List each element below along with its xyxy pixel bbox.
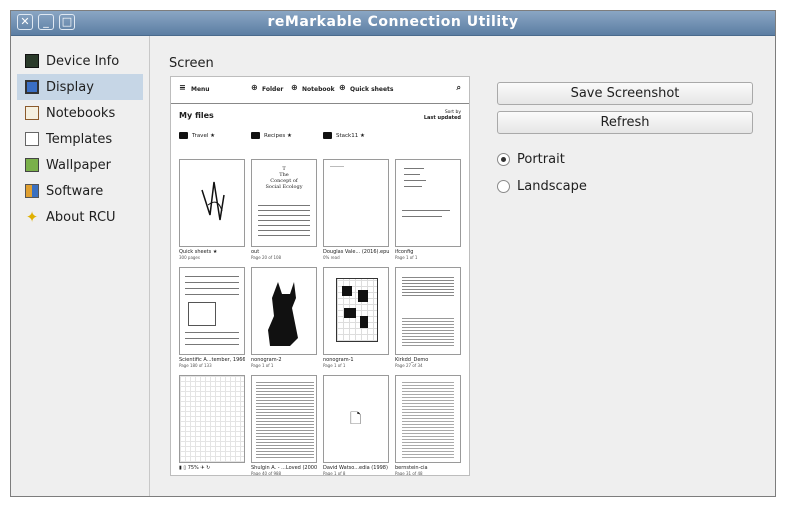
plus-circle-icon: ⊕ (251, 83, 258, 92)
plus-circle-icon: ⊕ (291, 83, 298, 92)
document-thumbnail: Shulgin A. - ...Loved (2000) Page 40 of … (251, 375, 317, 476)
landscape-label: Landscape (517, 179, 587, 194)
document-thumbnail: T The Concept of Social Ecology out Page 20… (251, 159, 317, 260)
page-preview (323, 159, 389, 247)
folder-icon (179, 132, 188, 139)
document-subtitle: Page 20 of 108 (251, 255, 282, 260)
window-title: reMarkable Connection Utility (267, 14, 519, 30)
radio-indicator[interactable] (497, 153, 510, 166)
portrait-radio[interactable]: Portrait (497, 152, 565, 167)
sidebar-item-label: About RCU (46, 209, 116, 225)
device-status-icons: ▮ ▯ 75% ✈ ↻ (179, 465, 211, 471)
document-subtitle: 300 pages (179, 255, 200, 260)
folder-name: Travel (192, 132, 209, 139)
document-subtitle: Page 1 of 1 (395, 255, 418, 260)
document-icon: 🗋 (350, 411, 362, 427)
folder-name: Recipes (264, 132, 286, 139)
page-preview (179, 267, 245, 355)
page-preview: T The Concept of Social Ecology (251, 159, 317, 247)
sidebar-item-templates[interactable]: Templates (17, 126, 143, 152)
refresh-button[interactable]: Refresh (497, 111, 753, 134)
sidebar-item-label: Wallpaper (46, 157, 112, 173)
app-window: ✕ _ □ reMarkable Connection Utility Devi… (10, 10, 776, 497)
page-preview (179, 159, 245, 247)
sidebar-item-label: Templates (46, 131, 113, 147)
folder-icon (323, 132, 332, 139)
folder-icon (251, 132, 260, 139)
sidebar-item-display[interactable]: Display (17, 74, 143, 100)
document-subtitle: Page 1 of 8 (323, 471, 346, 476)
device-menu-label: Menu (191, 86, 210, 93)
document-thumbnail: 🗋 David Watso...edia (1998) Page 1 of 8 (323, 375, 389, 476)
document-subtitle: Page 180 of 133 (179, 363, 212, 368)
plus-circle-icon: ⊕ (339, 83, 346, 92)
software-package-icon (25, 184, 39, 198)
device-folder-label: Folder (262, 86, 284, 93)
document-subtitle: Page 40 of 988 (251, 471, 282, 476)
document-thumbnail: nonogram-2 Page 1 of 1 (251, 267, 317, 368)
device-sort: Sort by Last updated (424, 110, 461, 121)
page-preview (395, 159, 461, 247)
pulse-monitor-icon (25, 54, 39, 68)
document-thumbnail: Scientific A...tember, 1966 Page 180 of … (179, 267, 245, 368)
device-notebook-label: Notebook (302, 86, 335, 93)
document-thumbnail: Douglas Vale... (2016).epub 0% read (323, 159, 389, 260)
sidebar-item-device-info[interactable]: Device Info (17, 48, 143, 74)
portrait-label: Portrait (517, 152, 565, 167)
sidebar-item-label: Display (46, 79, 94, 95)
sidebar-item-notebooks[interactable]: Notebooks (17, 100, 143, 126)
document-subtitle: Page 1 of 1 (251, 363, 274, 368)
sidebar-item-label: Notebooks (46, 105, 116, 121)
document-subtitle: Page 1 of 1 (323, 363, 346, 368)
sidebar-item-label: Device Info (46, 53, 120, 69)
title-bar: ✕ _ □ reMarkable Connection Utility (11, 11, 775, 36)
document-thumbnail: ▮ ▯ 75% ✈ ↻ (179, 375, 245, 471)
document-thumbnail: ifconfig Page 1 of 1 (395, 159, 461, 260)
sidebar-item-label: Software (46, 183, 104, 199)
document-subtitle: Page 31 of 48 (395, 471, 423, 476)
page-preview (179, 375, 245, 463)
folder-item: Travel ★ (179, 132, 215, 139)
document-subtitle: Page 27 of 34 (395, 363, 423, 368)
display-panel: Screen ≡ Menu ⊕ Folder ⊕ Notebook ⊕ Quic… (150, 36, 775, 496)
folder-item: Stack11 ★ (323, 132, 365, 139)
sidebar-item-software[interactable]: Software (17, 178, 143, 204)
search-icon: ⌕ (456, 83, 461, 92)
document-subtitle: 0% read (323, 255, 340, 260)
folder-name: Stack11 (336, 132, 359, 139)
document-thumbnail: nonogram-1 Page 1 of 1 (323, 267, 389, 368)
radio-indicator[interactable] (497, 180, 510, 193)
monitor-icon (25, 80, 39, 94)
page-preview (323, 267, 389, 355)
star-icon: ✦ (25, 208, 39, 226)
page-preview (395, 267, 461, 355)
document-thumbnail: bernstein-cia Page 31 of 48 (395, 375, 461, 476)
screen-label: Screen (169, 56, 214, 71)
device-toolbar: ≡ Menu ⊕ Folder ⊕ Notebook ⊕ Quick sheet… (171, 77, 469, 104)
notebook-pen-icon (25, 106, 39, 120)
page-preview (395, 375, 461, 463)
sidebar-item-about-rcu[interactable]: ✦ About RCU (17, 204, 143, 230)
device-quick-sheets-label: Quick sheets (350, 86, 394, 93)
wallpaper-icon (25, 158, 39, 172)
landscape-radio[interactable]: Landscape (497, 179, 587, 194)
document-thumbnail: Quick sheets ★ 300 pages (179, 159, 245, 260)
page-preview: 🗋 (323, 375, 389, 463)
hamburger-icon: ≡ (179, 83, 186, 92)
sort-value: Last updated (423, 115, 461, 121)
page-preview (251, 375, 317, 463)
folder-item: Recipes ★ (251, 132, 292, 139)
page-preview (251, 267, 317, 355)
device-screenshot: ≡ Menu ⊕ Folder ⊕ Notebook ⊕ Quick sheet… (170, 76, 470, 476)
template-pages-icon (25, 132, 39, 146)
document-thumbnail: Kirkdd_Demo Page 27 of 34 (395, 267, 461, 368)
sidebar-item-wallpaper[interactable]: Wallpaper (17, 152, 143, 178)
sidebar: Device Info Display Notebooks Templates … (11, 36, 150, 496)
device-heading: My files (179, 111, 214, 120)
save-screenshot-button[interactable]: Save Screenshot (497, 82, 753, 105)
